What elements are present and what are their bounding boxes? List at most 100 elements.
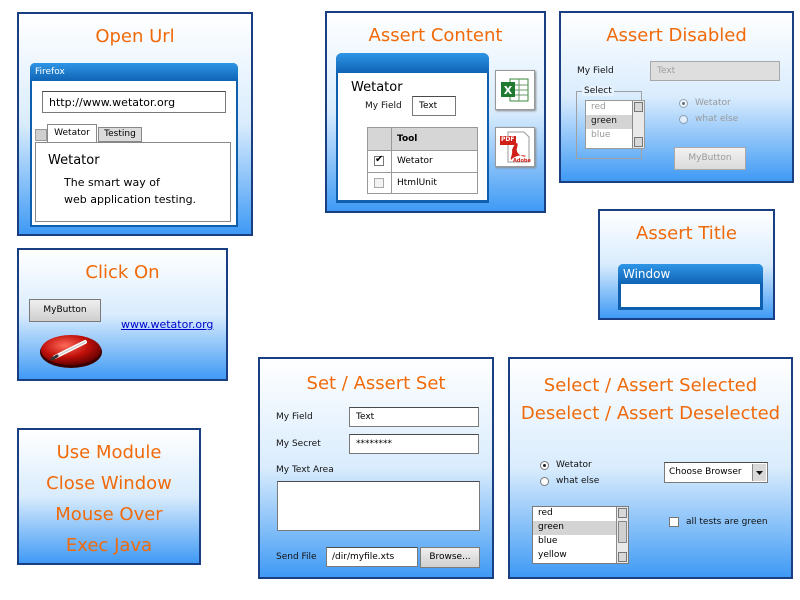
scroll-down-icon[interactable] xyxy=(634,137,643,147)
row-checkbox-wetator[interactable]: ✔ xyxy=(374,154,384,166)
title-window-body xyxy=(621,284,760,307)
tab-wetator[interactable]: Wetator xyxy=(47,124,97,142)
select-title-1: Select / Assert Selected xyxy=(543,375,758,396)
checkmark-icon: ✔ xyxy=(375,154,384,165)
page-line-2: web application testing. xyxy=(64,193,197,206)
red-click-button-icon[interactable] xyxy=(39,333,103,369)
assert-content-title: Assert Content xyxy=(368,25,503,46)
set-textarea-label: My Text Area xyxy=(276,465,334,475)
list-item[interactable]: yellow xyxy=(533,549,628,563)
page-heading: Wetator xyxy=(48,153,100,168)
set-field-input[interactable]: Text xyxy=(349,407,479,427)
browse-button[interactable]: Browse... xyxy=(420,547,480,568)
assert-content-card: Assert Content Wetator My Field Text Too… xyxy=(325,11,546,213)
list-item[interactable]: blue xyxy=(533,535,628,549)
disabled-radio-wetator-label: Wetator xyxy=(695,98,731,108)
open-url-title: Open Url xyxy=(95,26,175,47)
set-assert-title: Set / Assert Set xyxy=(306,373,446,394)
tab-content-panel: Wetator The smart way of web application… xyxy=(35,142,231,222)
disabled-radio-whatelse[interactable] xyxy=(679,115,688,124)
page-line-1: The smart way of xyxy=(64,176,160,189)
disabled-mybutton[interactable]: MyButton xyxy=(674,147,746,170)
click-mybutton[interactable]: MyButton xyxy=(29,299,101,322)
row-label-htmlunit: HtmlUnit xyxy=(397,178,437,188)
list-item[interactable]: red xyxy=(533,507,628,521)
disabled-field-input[interactable]: Text xyxy=(650,61,780,81)
exec-java-label: Exec Java xyxy=(65,535,153,556)
set-secret-input[interactable]: ******** xyxy=(349,434,479,454)
all-tests-green-checkbox[interactable] xyxy=(669,517,679,527)
color-listbox[interactable]: red green blue yellow xyxy=(532,506,629,564)
scroll-down-icon[interactable] xyxy=(618,552,627,562)
pdf-label: PDF xyxy=(501,136,515,143)
tool-table-header: Tool xyxy=(368,128,477,151)
assert-title-title: Assert Title xyxy=(636,223,737,244)
pdf-icon: PDF Adobe xyxy=(495,127,535,167)
wetator-link[interactable]: www.wetator.org xyxy=(121,318,213,331)
content-field-input[interactable]: Text xyxy=(412,96,456,116)
set-field-label: My Field xyxy=(276,412,313,422)
select-radio-wetator-label: Wetator xyxy=(556,460,592,470)
open-url-card: Open Url Firefox http://www.wetator.org … xyxy=(17,12,253,236)
select-card: Select / Assert Selected Deselect / Asse… xyxy=(508,357,793,579)
set-assert-card: Set / Assert Set My Field Text My Secret… xyxy=(258,357,494,579)
select-radio-whatelse-label: what else xyxy=(556,476,600,486)
browser-dropdown[interactable]: Choose Browser xyxy=(664,462,768,483)
list-item[interactable]: green xyxy=(533,521,628,535)
content-window: Wetator My Field Text Tool ✔ Wetator Htm… xyxy=(336,53,489,203)
select-radio-wetator[interactable] xyxy=(540,461,549,470)
title-window-titlebar: Window xyxy=(618,264,763,284)
row-label-wetator: Wetator xyxy=(397,156,433,166)
table-row: ✔ Wetator xyxy=(368,150,477,173)
close-window-label: Close Window xyxy=(46,473,172,494)
select-group-label: Select xyxy=(582,86,614,96)
all-tests-green-label: all tests are green xyxy=(686,517,768,527)
browser-title-label: Firefox xyxy=(35,67,65,77)
set-file-input[interactable]: /dir/myfile.xts xyxy=(326,547,418,567)
tab-spacer xyxy=(35,129,47,141)
disabled-listbox[interactable]: red green blue xyxy=(585,100,645,149)
content-field-label: My Field xyxy=(365,101,402,111)
tab-testing[interactable]: Testing xyxy=(98,127,142,142)
browser-window: Firefox http://www.wetator.org Wetator T… xyxy=(30,63,238,227)
assert-disabled-card: Assert Disabled My Field Text Select red… xyxy=(559,11,794,183)
color-listbox-scrollbar[interactable] xyxy=(616,507,628,563)
scroll-up-icon[interactable] xyxy=(634,102,643,112)
assert-title-card: Assert Title Window xyxy=(598,209,775,320)
scroll-up-icon[interactable] xyxy=(618,508,627,518)
disabled-field-label: My Field xyxy=(577,66,614,76)
use-module-label: Use Module xyxy=(56,442,162,463)
disabled-listbox-scrollbar[interactable] xyxy=(632,101,644,148)
content-window-body: Wetator My Field Text Tool ✔ Wetator Htm… xyxy=(338,73,487,200)
scroll-thumb[interactable] xyxy=(618,521,627,543)
content-heading: Wetator xyxy=(351,80,403,95)
select-title-2: Deselect / Assert Deselected xyxy=(520,403,781,424)
title-window: Window xyxy=(618,264,763,310)
set-textarea[interactable] xyxy=(277,481,480,531)
mouse-over-label: Mouse Over xyxy=(55,504,163,525)
click-on-card: Click On MyButton www.wetator.org xyxy=(17,248,228,381)
browser-dropdown-value: Choose Browser xyxy=(669,467,742,477)
adobe-label: Adobe xyxy=(513,158,531,164)
tool-header-label: Tool xyxy=(397,134,418,144)
row-checkbox-htmlunit[interactable] xyxy=(374,178,384,188)
disabled-radio-whatelse-label: what else xyxy=(695,114,739,124)
tab-strip: Wetator Testing xyxy=(32,124,236,142)
browser-body: http://www.wetator.org Wetator Testing W… xyxy=(32,81,236,225)
select-radio-whatelse[interactable] xyxy=(540,477,549,486)
svg-text:X: X xyxy=(504,84,513,97)
misc-commands-card: Use Module Close Window Mouse Over Exec … xyxy=(17,428,201,565)
browser-titlebar: Firefox xyxy=(30,63,238,81)
click-on-title: Click On xyxy=(85,262,160,283)
excel-icon: X xyxy=(495,70,535,110)
content-window-titlebar xyxy=(336,53,489,73)
disabled-radio-wetator[interactable] xyxy=(679,99,688,108)
assert-disabled-title: Assert Disabled xyxy=(606,25,747,46)
tool-table: Tool ✔ Wetator HtmlUnit xyxy=(367,127,478,194)
table-row: HtmlUnit xyxy=(368,172,477,193)
set-file-label: Send File xyxy=(276,552,317,562)
chevron-down-icon[interactable] xyxy=(752,464,766,481)
url-input[interactable]: http://www.wetator.org xyxy=(42,91,226,113)
set-secret-label: My Secret xyxy=(276,439,321,449)
window-title-label: Window xyxy=(623,267,671,281)
